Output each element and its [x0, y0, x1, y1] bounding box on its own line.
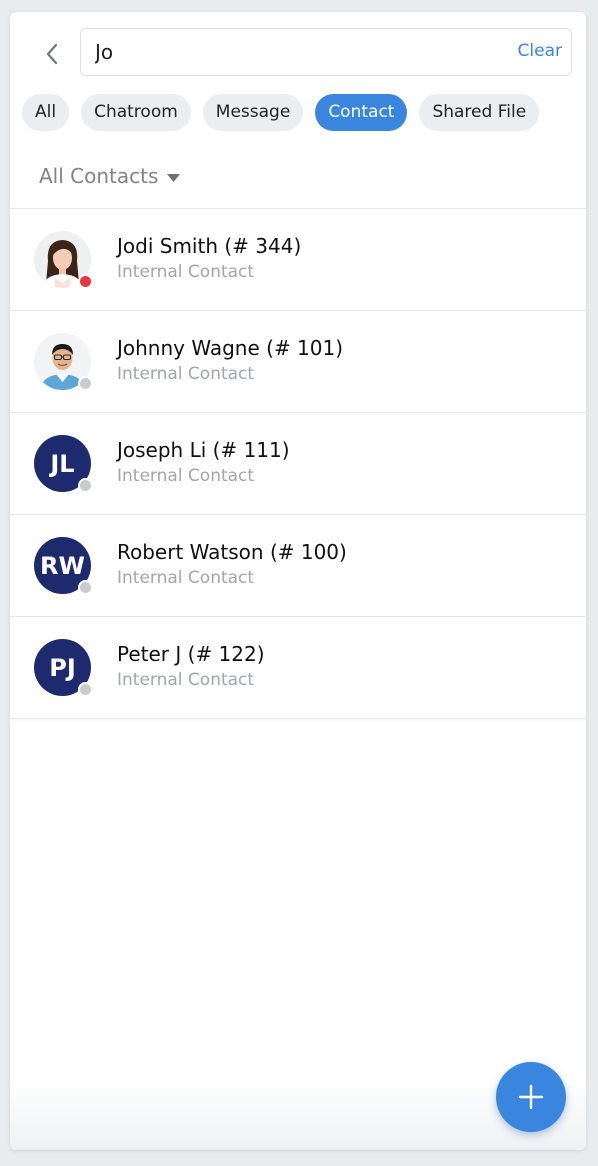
status-offline-icon [78, 376, 93, 391]
contact-type: Internal Contact [117, 262, 255, 282]
filter-chip-chatroom[interactable]: Chatroom [81, 94, 191, 131]
filter-chip-contact[interactable]: Contact [315, 94, 408, 131]
contact-name: Jodi Smith (# 344) [117, 234, 302, 258]
filter-tabs: All Chatroom Message Contact Shared File [22, 94, 540, 131]
avatar: RW [34, 537, 93, 595]
status-offline-icon [78, 682, 93, 697]
back-button[interactable] [36, 38, 68, 70]
search-panel: Clear All Chatroom Message Contact Share… [10, 12, 586, 1150]
contact-row[interactable]: JL Joseph Li (# 111) Internal Contact [10, 412, 586, 514]
contact-scope-dropdown[interactable]: All Contacts [39, 164, 181, 188]
search-box: Clear [80, 28, 572, 76]
filter-chip-shared-file[interactable]: Shared File [419, 94, 540, 131]
new-chat-button[interactable] [496, 1062, 566, 1132]
contact-type: Internal Contact [117, 670, 255, 690]
plus-icon [518, 1084, 544, 1110]
contact-row[interactable]: Johnny Wagne (# 101) Internal Contact [10, 310, 586, 412]
caret-down-icon [167, 173, 181, 182]
contact-name: Robert Watson (# 100) [117, 540, 347, 564]
avatar: PJ [34, 639, 93, 697]
chevron-left-icon [46, 43, 58, 65]
contact-row[interactable]: Jodi Smith (# 344) Internal Contact [10, 208, 586, 310]
contact-type: Internal Contact [117, 466, 255, 486]
contact-scope-label: All Contacts [39, 164, 159, 188]
contact-row[interactable]: PJ Peter J (# 122) Internal Contact [10, 616, 586, 719]
avatar [34, 231, 93, 289]
filter-chip-all[interactable]: All [22, 94, 70, 131]
filter-chip-message[interactable]: Message [202, 94, 304, 131]
clear-button[interactable]: Clear [518, 41, 562, 61]
status-offline-icon [78, 580, 93, 595]
avatar: JL [34, 435, 93, 493]
status-offline-icon [78, 478, 93, 493]
status-busy-icon [78, 274, 93, 289]
search-input[interactable] [95, 29, 495, 75]
contact-name: Joseph Li (# 111) [117, 438, 290, 462]
contact-type: Internal Contact [117, 364, 255, 384]
contact-row[interactable]: RW Robert Watson (# 100) Internal Contac… [10, 514, 586, 616]
contact-list: Jodi Smith (# 344) Internal Contact John… [10, 208, 586, 719]
contact-name: Johnny Wagne (# 101) [117, 336, 344, 360]
contact-name: Peter J (# 122) [117, 642, 265, 666]
avatar [34, 333, 93, 391]
contact-type: Internal Contact [117, 568, 255, 588]
